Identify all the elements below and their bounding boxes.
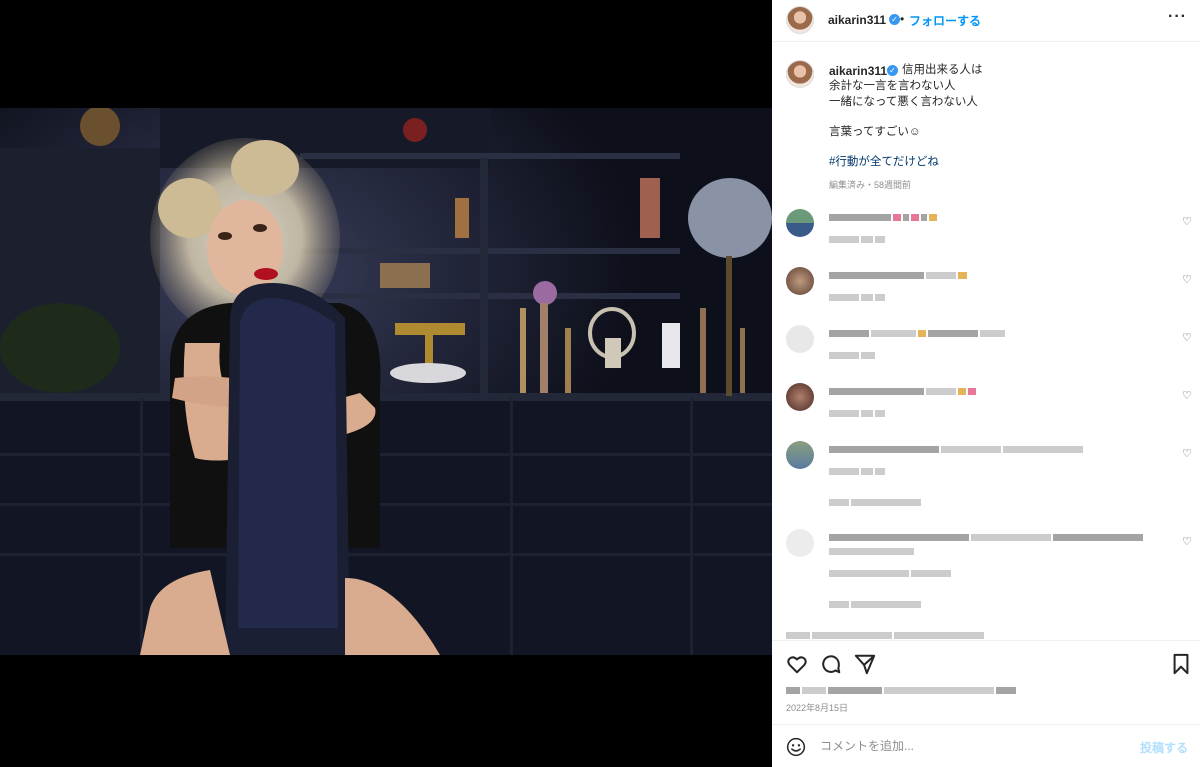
comment-text-redacted [829, 271, 967, 280]
verified-badge-icon: ✓ [889, 14, 900, 25]
comment-like-heart-icon[interactable]: ♡ [1182, 447, 1192, 460]
view-replies-redacted[interactable] [829, 498, 921, 507]
post-comment-button[interactable]: 投稿する [1140, 739, 1188, 756]
comment-meta-redacted [829, 569, 951, 578]
comment-like-heart-icon[interactable]: ♡ [1182, 535, 1192, 548]
caption-author-avatar[interactable] [786, 60, 814, 88]
post-photo [0, 108, 772, 655]
caption-hashtag[interactable]: #行動が全てだけどね [829, 155, 939, 169]
caption-meta: 編集済み・58週間前 [829, 180, 912, 190]
comment-avatar[interactable] [786, 209, 814, 237]
comment-text-redacted [829, 387, 976, 396]
comments-list[interactable]: aikarin311 ✓ 信用出来る人は 余計な一言を言わない人 一緒になって悪… [772, 43, 1200, 640]
header-separator: • [900, 12, 905, 26]
comment-text-redacted [786, 631, 984, 640]
post-media [0, 0, 772, 767]
comment-form: 投稿する [772, 724, 1200, 767]
post-actions: 2022年8月15日 [772, 640, 1200, 724]
likes-text-redacted[interactable] [786, 686, 1016, 695]
comment-meta-redacted [829, 293, 885, 302]
comment-text-redacted [829, 213, 937, 222]
heart-icon[interactable] [786, 653, 808, 675]
caption-line: 余計な一言を言わない人 [829, 80, 956, 92]
comment-meta-redacted [829, 235, 885, 244]
comment-text-redacted [829, 533, 1143, 542]
post-sidebar: aikarin311 ✓ • フォローする ··· aikarin311 ✓ 信… [772, 0, 1200, 767]
comment-avatar[interactable] [786, 529, 814, 557]
comment-text-redacted [829, 445, 1083, 454]
comment-meta-redacted [829, 409, 885, 418]
follow-button[interactable]: フォローする [909, 12, 981, 29]
caption-line: 一緒になって悪く言わない人 [829, 96, 978, 108]
comment-avatar[interactable] [786, 383, 814, 411]
bookmark-icon[interactable] [1170, 653, 1192, 675]
caption-username[interactable]: aikarin311 [829, 64, 887, 78]
comment-avatar[interactable] [786, 267, 814, 295]
post-header: aikarin311 ✓ • フォローする ··· [772, 0, 1200, 42]
emoji-icon[interactable] [786, 737, 806, 757]
share-icon[interactable] [854, 653, 876, 675]
comment-like-heart-icon[interactable]: ♡ [1182, 389, 1192, 402]
comment-like-heart-icon[interactable]: ♡ [1182, 273, 1192, 286]
verified-badge-icon: ✓ [887, 65, 898, 76]
more-options-icon[interactable]: ··· [1168, 8, 1187, 26]
comment-icon[interactable] [820, 653, 842, 675]
comment-avatar[interactable] [786, 441, 814, 469]
author-username[interactable]: aikarin311 [828, 13, 886, 27]
comment-input[interactable] [820, 733, 1120, 759]
comment-meta-redacted [829, 467, 885, 476]
comment-text-redacted [829, 329, 1005, 338]
author-avatar[interactable] [786, 6, 814, 34]
caption-line: 言葉ってすごい☺︎ [829, 126, 921, 138]
comment-meta-redacted [829, 351, 875, 360]
comment-like-heart-icon[interactable]: ♡ [1182, 331, 1192, 344]
caption-line: 信用出来る人は [902, 64, 983, 76]
post-date[interactable]: 2022年8月15日 [786, 701, 848, 714]
view-replies-redacted[interactable] [829, 600, 921, 609]
comment-avatar[interactable] [786, 325, 814, 353]
comment-like-heart-icon[interactable]: ♡ [1182, 215, 1192, 228]
comment-text-redacted [829, 547, 914, 556]
